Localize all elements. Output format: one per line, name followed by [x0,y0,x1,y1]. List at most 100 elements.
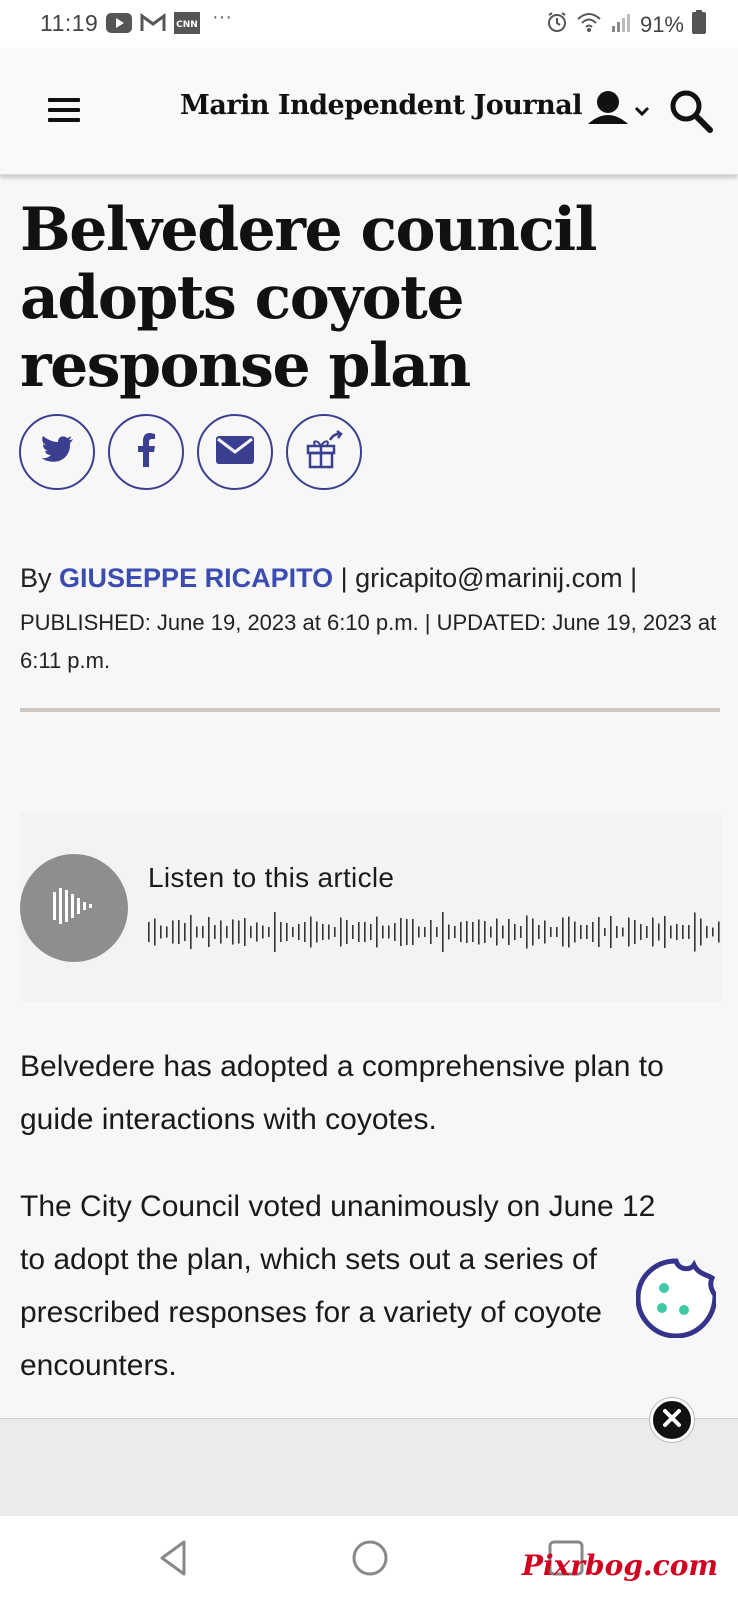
twitter-icon [40,435,74,470]
waveform-bar [556,927,558,937]
author-email[interactable]: | gricapito@marinij.com | [333,563,638,593]
ad-close-button[interactable] [650,1398,694,1442]
waveform-bar [508,919,510,945]
waveform-bar [598,917,600,947]
waveform-bar [394,923,396,941]
waveform-bar [382,925,384,939]
waveform-bar [538,925,540,939]
user-icon[interactable] [588,88,658,134]
waveform-bar [226,926,228,938]
waveform-bar [220,920,222,944]
waveform-bar [310,916,312,948]
status-bar: 11:19 CNN ··· 91% [0,0,738,48]
gift-article-button[interactable] [286,414,362,490]
waveform-bar [664,916,666,948]
waveform-bar [574,921,576,943]
audio-player: Listen to this article [20,812,722,1002]
hamburger-menu-icon[interactable] [40,92,84,128]
alarm-icon [546,11,568,39]
waveform-bar [490,926,492,938]
article-headline: Belvedere council adopts coyote response… [20,195,597,401]
share-buttons [19,414,362,490]
waveform-bar [352,925,354,939]
audio-waveform[interactable] [148,910,722,959]
waveform-bar [448,924,450,940]
waveform-bar [652,917,654,947]
facebook-share-button[interactable] [108,414,184,490]
more-notifications: ··· [212,6,232,28]
cookie-settings-button[interactable] [635,1258,718,1339]
waveform-bar [682,925,684,939]
waveform-bar [232,919,234,945]
email-share-button[interactable] [197,414,273,490]
waveform-bar [628,917,630,947]
waveform-bar [190,915,192,949]
close-icon [662,1408,682,1433]
ad-area [0,1418,738,1517]
waveform-bar [346,920,348,944]
waveform-bar [256,922,258,942]
waveform-bar [178,920,180,944]
waveform-bar [544,920,546,944]
waveform-bar [568,916,570,948]
waveform-bar [586,925,588,939]
waveform-bar [196,926,198,938]
waveform-bar [406,919,408,945]
waveform-bar [436,927,438,937]
waveform-bar [640,924,642,940]
waveform-bar [592,922,594,942]
waveform-bar [292,927,294,937]
waveform-bar [238,920,240,944]
waveform-bar [316,921,318,943]
waveform-bar [202,926,204,938]
byline-prefix: By [20,563,52,593]
waveform-bar [532,918,534,946]
waveform-bar [604,928,606,936]
waveform-bar [580,925,582,939]
waveform-bar [208,917,210,947]
waveform-bar [622,927,624,937]
waveform-bar [298,924,300,940]
home-icon[interactable] [348,1536,392,1580]
waveform-bar [718,921,720,943]
waveform-bar [502,925,504,939]
waveform-bar [454,926,456,938]
waveform-bar [334,927,336,937]
battery-text: 91% [639,12,684,37]
email-icon [216,435,254,469]
article-paragraph: The City Council voted unanimously on Ju… [20,1190,656,1382]
waveform-bar [328,924,330,940]
twitter-share-button[interactable] [19,414,95,490]
waveform-bar [646,926,648,938]
signal-icon [610,11,632,39]
gmail-icon [140,12,166,34]
waveform-bar [658,923,660,941]
waveform-bar [460,922,462,942]
waveform-bar [148,922,150,942]
back-icon[interactable] [152,1536,196,1580]
waveform-bar [688,925,690,939]
waveform-bar [340,917,342,947]
search-icon[interactable] [668,88,714,134]
site-masthead[interactable]: Marin Independent Journal [180,90,582,121]
waveform-bar [286,923,288,941]
waveform-bar [562,917,564,947]
waveform-bar [712,927,714,937]
waveform-bar [304,922,306,942]
gift-icon [304,429,344,475]
waveform-bar [520,926,522,938]
waveform-bar [376,916,378,948]
waveform-bar [280,922,282,942]
waveform-bar [400,918,402,946]
system-nav-bar: Pixrbog.com [0,1516,738,1600]
waveform-bar [244,918,246,946]
divider [20,708,720,712]
audio-play-button[interactable] [20,854,128,962]
waveform-bar [214,925,216,939]
site-header: Marin Independent Journal [0,48,738,175]
author-link[interactable]: GIUSEPPE RICAPITO [59,563,333,593]
waveform-bar [430,920,432,944]
waveform-bar [268,927,270,937]
waveform-bar [700,918,702,946]
waveform-bar [616,926,618,938]
